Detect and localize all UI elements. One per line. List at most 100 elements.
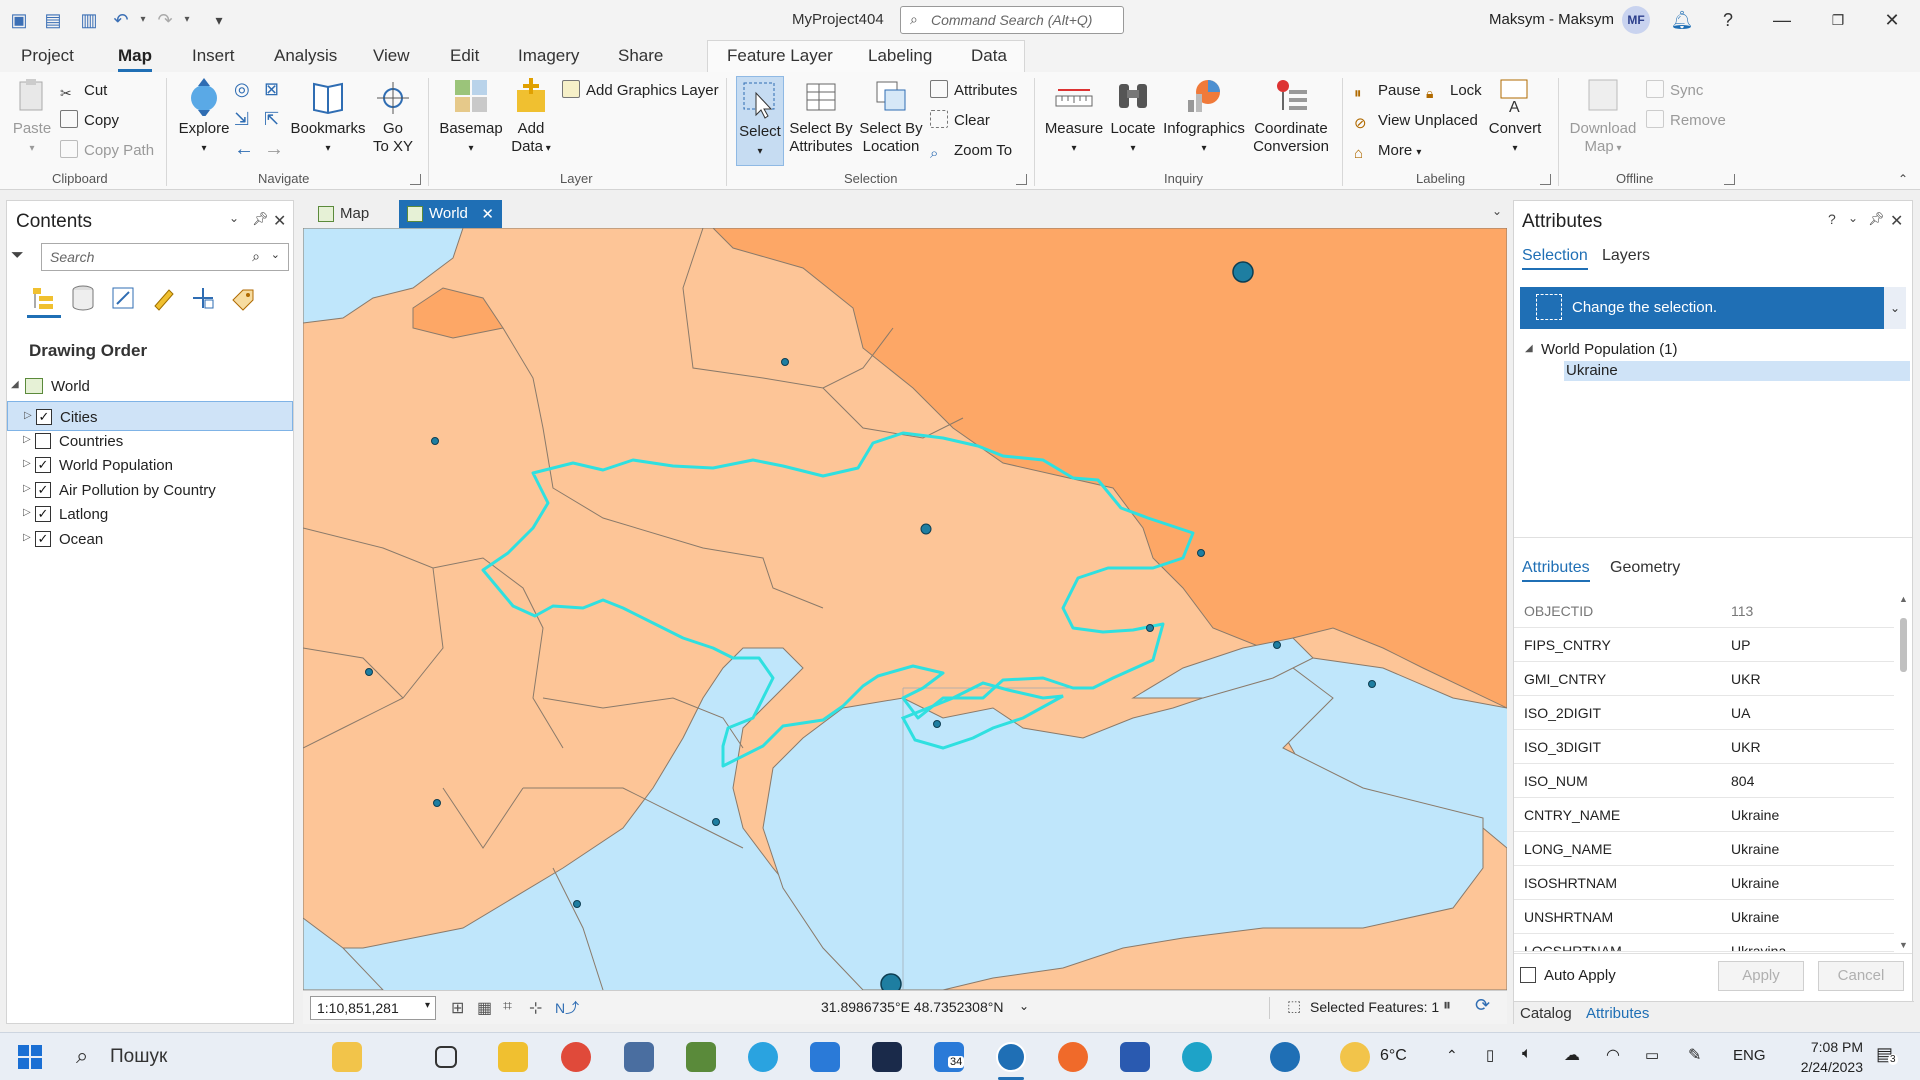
minimize-button[interactable]: — <box>1762 6 1802 34</box>
windows-start-icon[interactable] <box>18 1045 42 1069</box>
north-arrow-icon[interactable]: N⤴ <box>555 998 579 1018</box>
field-value[interactable]: Ukrayina <box>1731 943 1786 951</box>
expand-arrow-icon[interactable]: ▷ <box>23 507 31 518</box>
zoom-out-fixed-icon[interactable]: ⇱ <box>264 108 279 130</box>
new-project-icon[interactable]: ▣ <box>8 9 30 31</box>
field-value[interactable]: Ukraine <box>1731 875 1779 891</box>
widgets-icon[interactable] <box>332 1042 362 1072</box>
tab-project[interactable]: Project <box>21 46 74 66</box>
grid-icon[interactable]: ▦ <box>477 998 492 1018</box>
collapse-arrow-icon[interactable]: ◢ <box>11 379 19 390</box>
bookmarks-button[interactable]: Bookmarks ▾ <box>290 76 366 158</box>
city-point[interactable] <box>1146 624 1154 632</box>
city-point[interactable] <box>920 523 932 535</box>
tab-attributes[interactable]: Attributes <box>1522 559 1590 582</box>
tab-analysis[interactable]: Analysis <box>274 46 337 66</box>
word-icon[interactable] <box>1120 1042 1150 1072</box>
select-button[interactable]: Select ▾ <box>736 76 784 166</box>
city-point[interactable] <box>1273 641 1281 649</box>
tab-view[interactable]: View <box>373 46 410 66</box>
table-row[interactable]: GMI_CNTRY UKR <box>1514 662 1894 696</box>
tab-insert[interactable]: Insert <box>192 46 235 66</box>
battery-icon[interactable]: ▭ <box>1645 1046 1659 1064</box>
selected-features-count[interactable]: Selected Features: 1 <box>1310 999 1439 1015</box>
measure-button[interactable]: Measure ▾ <box>1044 76 1104 158</box>
tab-map-view[interactable]: Map <box>310 200 377 228</box>
help-icon[interactable]: ? <box>1708 6 1748 34</box>
table-row[interactable]: UNSHRTNAM Ukraine <box>1514 900 1894 934</box>
chrome-icon[interactable] <box>561 1042 591 1072</box>
weather-temperature[interactable]: 6°C <box>1380 1047 1407 1065</box>
expand-arrow-icon[interactable]: ▷ <box>23 458 31 469</box>
help-app-icon[interactable] <box>1270 1042 1300 1072</box>
table-row[interactable]: ISO_NUM 804 <box>1514 764 1894 798</box>
selection-layer-node[interactable]: ◢ World Population (1) <box>1525 341 1677 358</box>
undo-dropdown-icon[interactable]: ▾ <box>132 9 154 31</box>
customize-toolbar-icon[interactable]: ▾ <box>208 9 230 31</box>
city-point[interactable] <box>1232 261 1254 283</box>
search-icon[interactable]: ⌕ <box>76 1043 88 1069</box>
expand-arrow-icon[interactable]: ▷ <box>23 483 31 494</box>
avatar[interactable]: MF <box>1622 6 1650 34</box>
task-view-icon[interactable] <box>435 1046 457 1068</box>
layer-visibility-checkbox[interactable]: ✓ <box>36 409 52 425</box>
expand-arrow-icon[interactable]: ▷ <box>24 410 32 421</box>
constraint-icon[interactable]: ⊹ <box>529 998 542 1018</box>
arcgis-pro-icon[interactable] <box>996 1042 1026 1072</box>
more-labeling-button[interactable]: ⌂ More ▾ <box>1354 140 1421 162</box>
list-by-drawing-order-icon[interactable] <box>29 284 57 312</box>
close-tab-icon[interactable]: ✕ <box>481 205 494 223</box>
pause-labeling-button[interactable]: ⏸︎ Pause <box>1354 80 1421 102</box>
tab-list-dropdown-icon[interactable]: ⌄ <box>1492 204 1502 218</box>
city-point[interactable] <box>365 668 373 676</box>
tab-world-view[interactable]: World ✕ <box>399 200 502 228</box>
table-row[interactable]: FIPS_CNTRY UP <box>1514 628 1894 662</box>
expand-arrow-icon[interactable]: ▷ <box>23 532 31 543</box>
user-name[interactable]: Maksym - Maksym <box>1489 11 1614 28</box>
undo-icon[interactable]: ↶ <box>110 9 132 31</box>
pin-icon[interactable]: 📌︎ <box>1868 211 1885 227</box>
open-folder-icon[interactable]: ▤ <box>42 9 64 31</box>
navigate-dialog-launcher-icon[interactable] <box>410 174 421 185</box>
city-point[interactable] <box>781 358 789 366</box>
tree-map-world[interactable]: ◢ World <box>7 371 293 401</box>
notifications-bell-icon[interactable]: 🔔︎ <box>1662 6 1702 34</box>
explore-button[interactable]: Explore ▾ <box>174 76 234 158</box>
view-unplaced-button[interactable]: ⊘ View Unplaced <box>1354 110 1478 132</box>
paste-button[interactable]: Paste ▾ <box>12 76 52 158</box>
pane-options-icon[interactable]: ⌄ <box>1848 211 1858 225</box>
tab-labeling[interactable]: Labeling <box>868 46 932 66</box>
next-extent-icon[interactable]: → <box>264 138 284 160</box>
tab-geometry[interactable]: Geometry <box>1610 559 1680 577</box>
field-value[interactable]: UKR <box>1731 739 1761 755</box>
remove-button[interactable]: Remove <box>1646 110 1726 132</box>
add-data-button[interactable]: Add Data ▾ <box>508 76 554 158</box>
table-row[interactable]: LONG_NAME Ukraine <box>1514 832 1894 866</box>
tab-share[interactable]: Share <box>618 46 663 66</box>
checkbox-box[interactable] <box>1520 967 1536 983</box>
list-by-labeling-icon[interactable] <box>229 284 257 312</box>
redo-icon[interactable]: ↷ <box>154 9 176 31</box>
tab-attributes-pane[interactable]: Attributes <box>1586 1005 1649 1022</box>
refresh-icon[interactable]: ⟳ <box>1475 995 1490 1016</box>
field-value[interactable]: Ukraine <box>1731 841 1779 857</box>
tab-feature-layer[interactable]: Feature Layer <box>727 46 833 66</box>
field-value[interactable]: UA <box>1731 705 1750 721</box>
select-by-attributes-button[interactable]: Select By Attributes <box>788 76 854 156</box>
close-pane-icon[interactable]: ✕ <box>1890 211 1903 231</box>
selection-feature-item[interactable]: Ukraine <box>1564 361 1910 381</box>
collapse-arrow-icon[interactable]: ◢ <box>1525 343 1533 354</box>
store-icon[interactable] <box>810 1042 840 1072</box>
copy-path-button[interactable]: Copy Path <box>60 140 154 162</box>
redo-dropdown-icon[interactable]: ▾ <box>176 9 198 31</box>
clock[interactable]: 7:08 PM 2/24/2023 <box>1783 1037 1863 1077</box>
help-icon[interactable]: ? <box>1828 211 1836 227</box>
field-value[interactable]: 113 <box>1731 603 1753 619</box>
cancel-button[interactable]: Cancel <box>1818 961 1904 991</box>
tab-imagery[interactable]: Imagery <box>518 46 579 66</box>
lock-labeling-button[interactable]: 🔒︎ Lock <box>1426 80 1482 102</box>
snapping-icon[interactable]: ⌗ <box>503 998 512 1016</box>
table-row[interactable]: ISO_2DIGIT UA <box>1514 696 1894 730</box>
full-extent-icon[interactable]: ◎ <box>234 78 250 100</box>
search-options-dropdown-icon[interactable]: ⌄ <box>271 248 280 261</box>
